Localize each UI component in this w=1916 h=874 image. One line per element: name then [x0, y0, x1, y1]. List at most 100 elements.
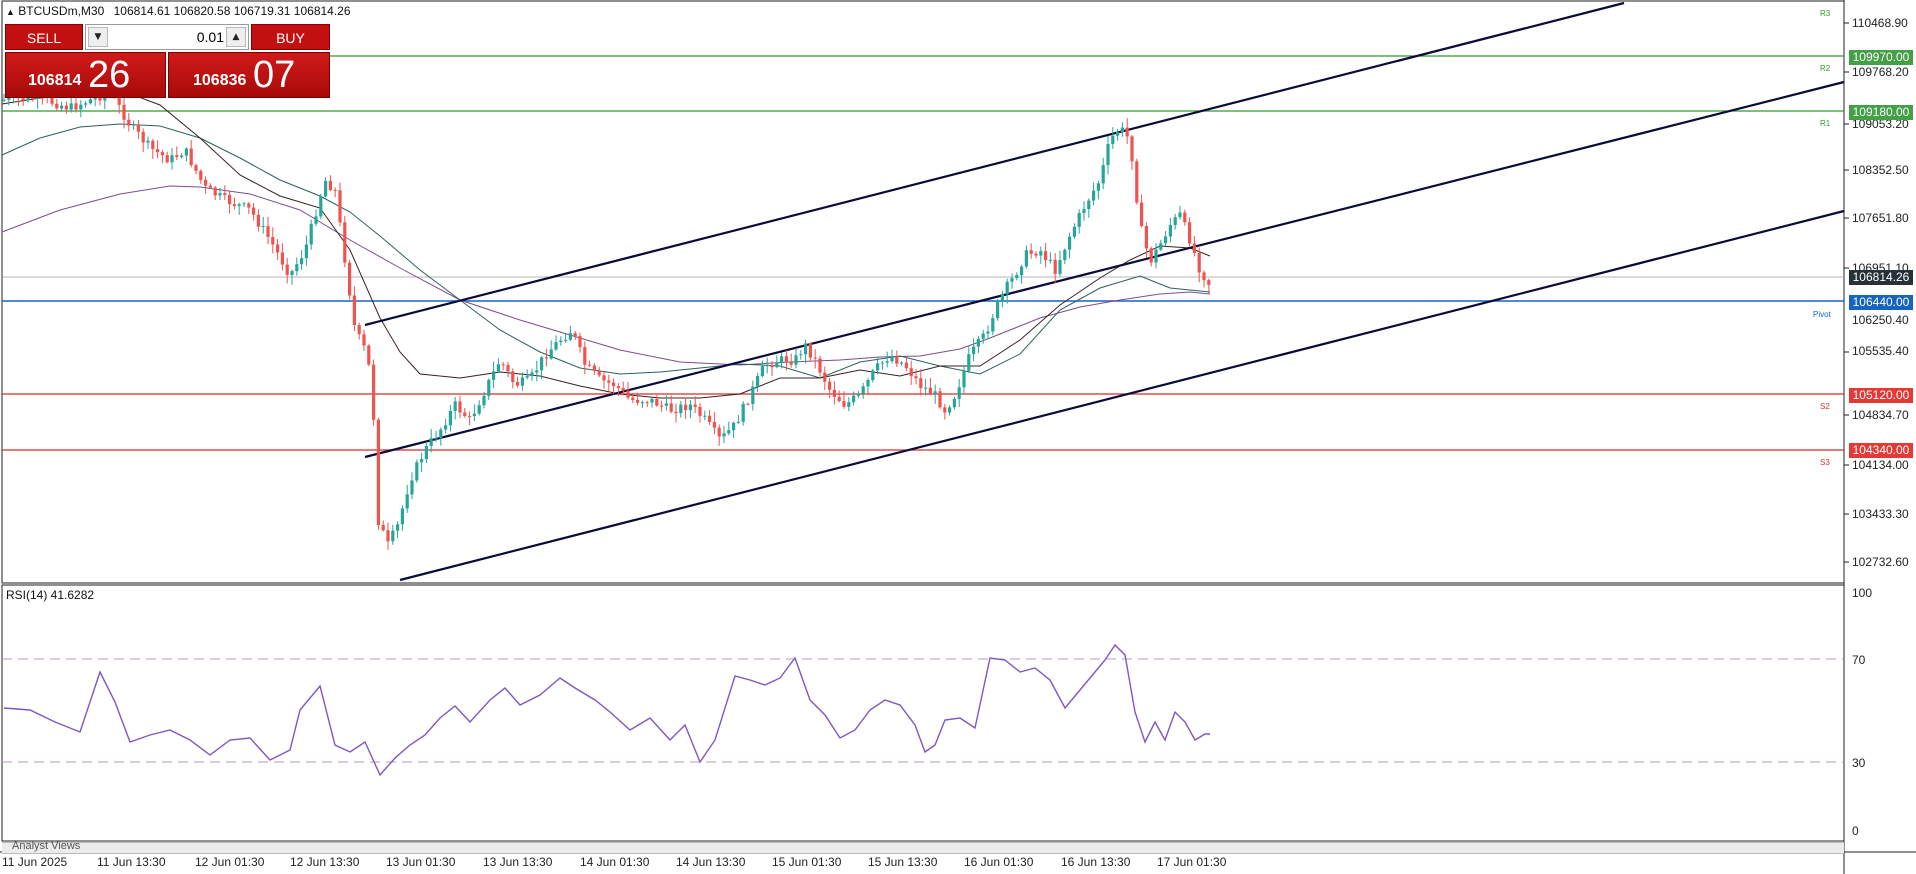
- candle-body: [996, 301, 1000, 319]
- candle-body: [501, 364, 505, 366]
- candle-body: [784, 356, 788, 363]
- candle-body: [74, 103, 78, 110]
- collapse-triangle-icon[interactable]: ▲: [6, 7, 15, 17]
- time-axis-label: 15 Jun 01:30: [772, 855, 842, 869]
- candle-body: [914, 376, 918, 379]
- candle-body: [458, 401, 462, 413]
- candle-body: [400, 508, 404, 525]
- candle-body: [607, 380, 611, 383]
- candle-body: [348, 262, 352, 296]
- candle-body: [343, 222, 347, 263]
- candle-body: [660, 405, 664, 407]
- lot-increase-icon[interactable]: ▲: [226, 27, 246, 47]
- candle-body: [1154, 249, 1158, 263]
- candle-body: [1183, 212, 1187, 223]
- candle-body: [1168, 225, 1172, 237]
- candle-body: [765, 364, 769, 367]
- candle-body: [242, 203, 246, 205]
- candle-body: [1140, 202, 1144, 227]
- one-click-trading-panel: SELL ▼ ▲ BUY 106814 26 106836 07: [5, 24, 330, 98]
- candle-body: [1039, 251, 1043, 256]
- candle-body: [372, 364, 376, 420]
- time-axis-label: 15 Jun 13:30: [868, 855, 938, 869]
- candle-body: [746, 403, 750, 405]
- candle-body: [511, 371, 515, 383]
- candle-body: [818, 358, 822, 373]
- candle-body: [468, 415, 472, 417]
- candle-body: [463, 412, 467, 416]
- candle-body: [612, 382, 616, 387]
- time-axis-label: 12 Jun 01:30: [195, 855, 265, 869]
- candle-body: [775, 362, 779, 368]
- candle-body: [424, 445, 428, 460]
- sell-button[interactable]: SELL: [5, 24, 83, 50]
- candle-body: [146, 140, 150, 143]
- candle-body: [415, 462, 419, 481]
- candle-body: [309, 223, 313, 245]
- candle-body: [588, 364, 592, 366]
- candle-body: [1149, 248, 1153, 263]
- candle-body: [602, 375, 606, 381]
- price-axis-label: 103433.30: [1852, 507, 1909, 521]
- candle-body: [957, 387, 961, 399]
- candle-body: [1082, 209, 1086, 214]
- candle-body: [55, 103, 59, 109]
- candle-body: [328, 180, 332, 190]
- price-axis-label: 110468.90: [1852, 16, 1908, 30]
- candle-body: [828, 381, 832, 390]
- candle-body: [1207, 280, 1211, 285]
- price-axis-ticks: [1844, 22, 1849, 563]
- candle-body: [1092, 190, 1096, 201]
- candle-body: [1202, 272, 1206, 281]
- candle-body: [276, 244, 280, 253]
- candle-body: [285, 264, 289, 275]
- candle-body: [213, 187, 217, 196]
- sell-price-main: 106814: [28, 72, 82, 89]
- pivot-price-tag: 106440.00: [1849, 295, 1913, 310]
- candle-body: [266, 226, 270, 237]
- candle-body: [1101, 165, 1105, 184]
- candle-body: [871, 370, 875, 381]
- price-axis-label: 102732.60: [1852, 555, 1909, 569]
- candle-body: [866, 380, 870, 387]
- candle-body: [688, 404, 692, 411]
- candle-body: [1010, 278, 1014, 282]
- candle-body: [712, 422, 716, 428]
- candle-body: [496, 364, 500, 372]
- candle-body: [180, 155, 184, 158]
- price-chart[interactable]: [0, 0, 1916, 874]
- lot-decrease-icon[interactable]: ▼: [88, 27, 108, 47]
- r3-level-name: R3: [1820, 9, 1831, 18]
- candle-body: [645, 402, 649, 404]
- rsi-axis-label: 70: [1852, 653, 1866, 667]
- candle-body: [832, 389, 836, 397]
- candle-body: [136, 124, 140, 132]
- candle-body: [1173, 217, 1177, 226]
- candle-body: [799, 354, 803, 356]
- candle-body: [540, 357, 544, 371]
- candle-body: [847, 402, 851, 407]
- candle-body: [544, 357, 548, 359]
- ohlc-values: 106814.61 106820.58 106719.31 106814.26: [113, 4, 351, 18]
- buy-price-box[interactable]: 106836 07: [168, 52, 330, 98]
- candle-body: [64, 105, 68, 110]
- analyst-views-tab[interactable]: Analyst Views: [2, 840, 1844, 854]
- lot-size-input[interactable]: [112, 27, 228, 47]
- candle-body: [650, 398, 654, 403]
- candle-body: [1106, 143, 1110, 166]
- candle-body: [232, 204, 236, 206]
- candle-body: [396, 524, 400, 531]
- candle-body: [295, 264, 299, 272]
- time-axis-label: 14 Jun 13:30: [676, 855, 746, 869]
- candle-body: [938, 391, 942, 408]
- buy-button[interactable]: BUY: [251, 24, 330, 50]
- candle-body: [909, 368, 913, 377]
- candle-body: [924, 387, 928, 389]
- candle-body: [943, 407, 947, 413]
- price-axis-label: 109768.20: [1852, 65, 1909, 79]
- candle-body: [559, 340, 563, 343]
- candle-body: [741, 403, 745, 422]
- candle-body: [434, 438, 438, 440]
- sell-price-box[interactable]: 106814 26: [5, 52, 166, 98]
- lot-size-stepper[interactable]: ▼ ▲: [85, 24, 249, 50]
